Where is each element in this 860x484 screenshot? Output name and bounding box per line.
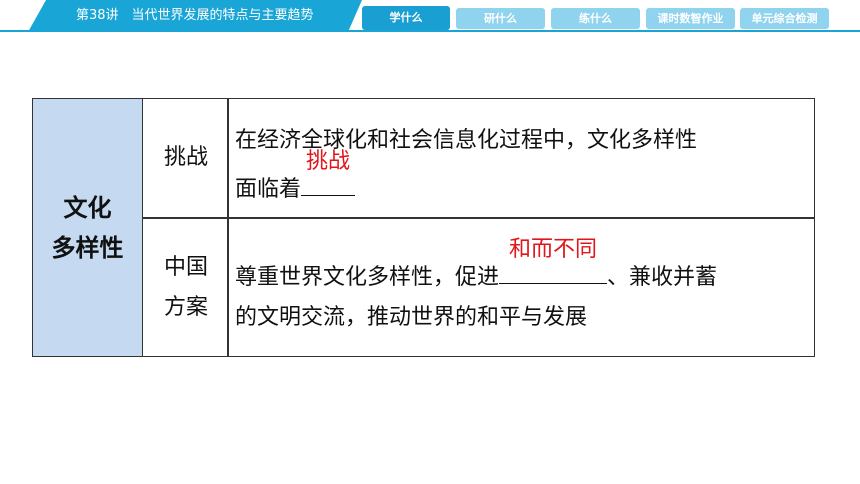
challenge-answer-blank: 挑战: [301, 149, 356, 196]
tab-unit-test[interactable]: 单元综合检测: [740, 8, 829, 29]
row-label-challenge: 挑战: [163, 145, 208, 170]
challenge-line2: 面临着 挑战: [235, 149, 813, 210]
category-label-line2: 多样性: [51, 233, 124, 262]
tab-class-homework[interactable]: 课时数智作业: [646, 8, 735, 29]
china-plan-label-line2: 方案: [163, 295, 208, 320]
china-plan-line1-before: 尊重世界文化多样性，促进: [235, 265, 500, 290]
china-plan-answer-blank: 和而不同: [499, 237, 608, 284]
row-content-challenge: 在经济全球化和社会信息化过程中，文化多样性 面临着 挑战: [235, 99, 813, 217]
row-label-china-plan: 中国 方案: [144, 219, 228, 357]
tab-practice-what[interactable]: 练什么: [551, 8, 640, 29]
challenge-line2-before: 面临着: [235, 177, 302, 202]
china-plan-line1: 尊重世界文化多样性，促进 和而不同 、兼收并蓄: [235, 237, 813, 298]
slide-page: 第38讲 当代世界发展的特点与主要趋势 学什么 研什么 练什么 课时数智作业 单…: [0, 0, 860, 484]
culture-diversity-table: 文化 多样性 挑战 在经济全球化和社会信息化过程中，文化多样性 面临着 挑战 中国…: [32, 98, 815, 357]
category-label-line1: 文化: [63, 193, 112, 222]
row-content-china-plan: 尊重世界文化多样性，促进 和而不同 、兼收并蓄 的文明交流，推动世界的和平与发展: [235, 219, 813, 357]
header-bar: 第38讲 当代世界发展的特点与主要趋势 学什么 研什么 练什么 课时数智作业 单…: [0, 0, 860, 32]
tab-learn-what[interactable]: 学什么: [362, 6, 450, 30]
tab-study-what[interactable]: 研什么: [456, 8, 545, 29]
header-divider: [0, 30, 860, 32]
china-plan-line2: 的文明交流，推动世界的和平与发展: [235, 305, 588, 330]
lesson-title: 第38讲 当代世界发展的特点与主要趋势: [28, 0, 362, 32]
china-plan-line1-after: 、兼收并蓄: [607, 265, 718, 290]
challenge-answer: 挑战: [306, 149, 351, 174]
china-plan-label-line1: 中国: [163, 255, 208, 280]
china-plan-answer: 和而不同: [509, 237, 598, 262]
category-cell: 文化 多样性: [33, 99, 143, 356]
